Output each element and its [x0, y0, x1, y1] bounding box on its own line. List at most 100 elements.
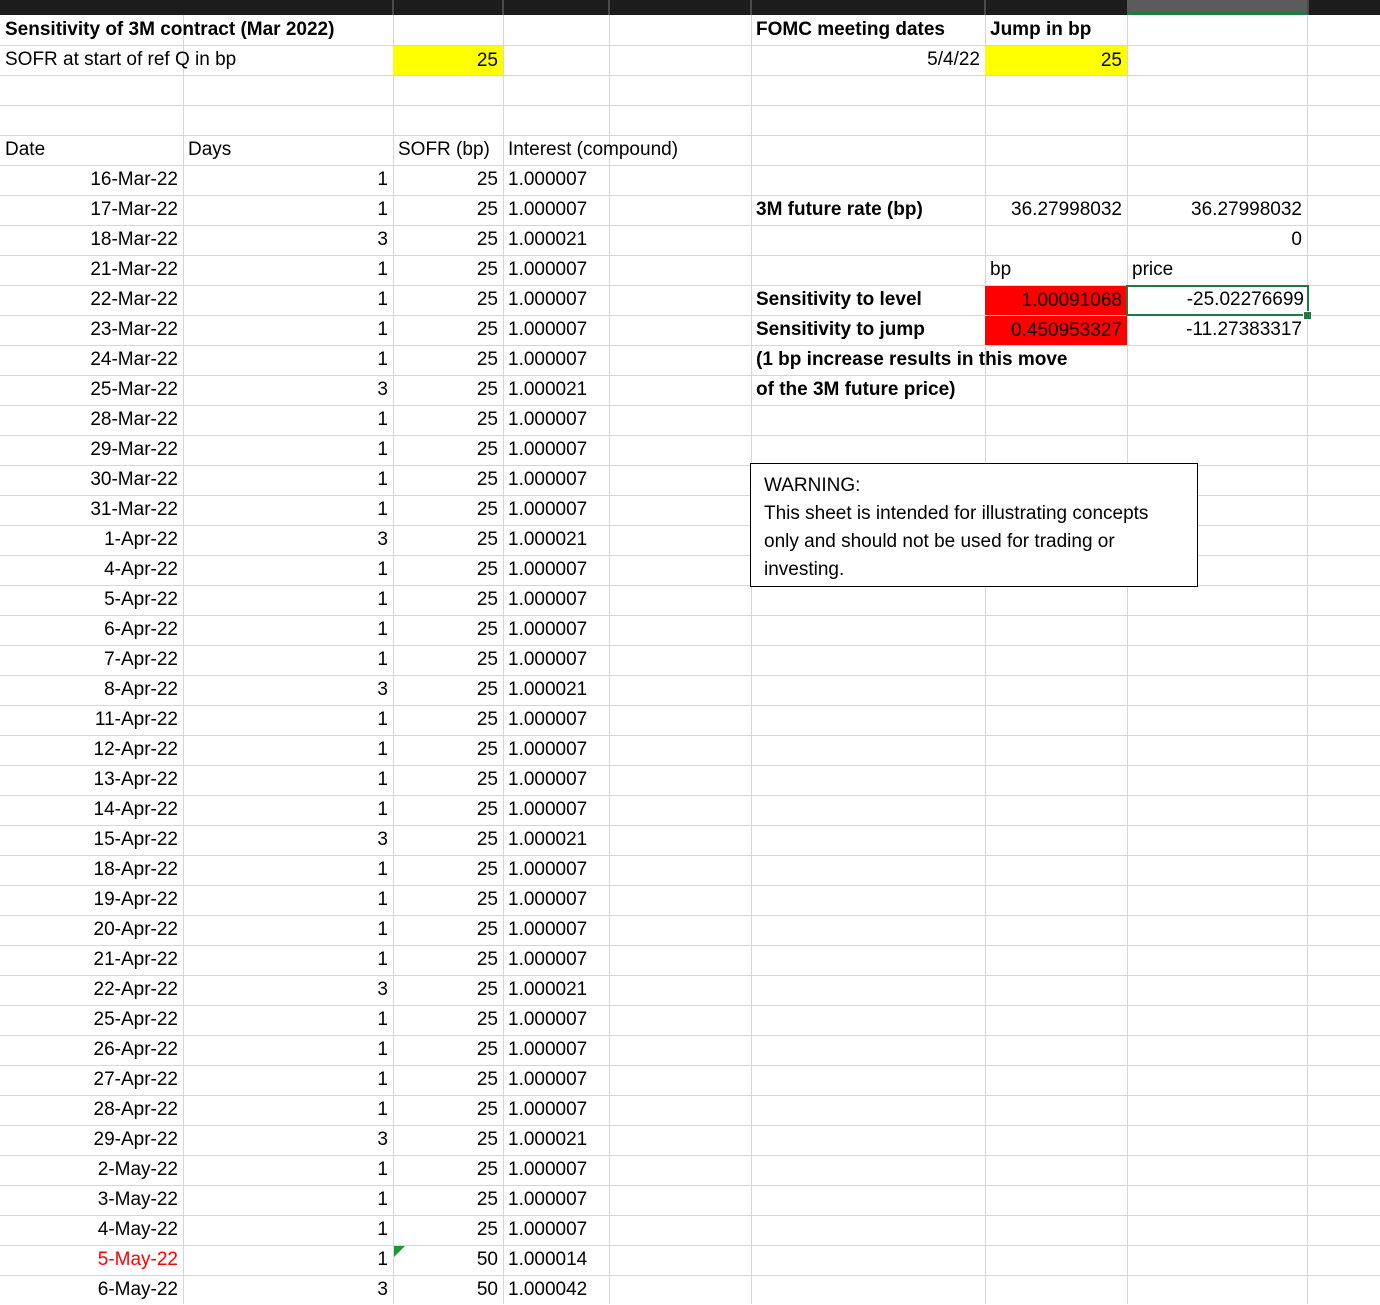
- sofr-cell[interactable]: 25: [393, 1215, 503, 1245]
- jump-header[interactable]: Jump in bp: [985, 15, 1127, 45]
- date-cell[interactable]: 18-Mar-22: [0, 225, 183, 255]
- date-cell[interactable]: 21-Mar-22: [0, 255, 183, 285]
- date-column-header[interactable]: Date: [0, 135, 183, 165]
- days-cell[interactable]: 3: [183, 525, 393, 555]
- days-cell[interactable]: 1: [183, 1035, 393, 1065]
- sensitivity-note-line1[interactable]: (1 bp increase results in this move: [751, 345, 1127, 375]
- sofr-cell[interactable]: 25: [393, 315, 503, 345]
- date-cell[interactable]: 28-Mar-22: [0, 405, 183, 435]
- sofr-cell[interactable]: 25: [393, 525, 503, 555]
- sofr-cell[interactable]: 25: [393, 1185, 503, 1215]
- bp-header[interactable]: bp: [985, 255, 1127, 285]
- interest-column-header[interactable]: Interest (compound): [503, 135, 751, 165]
- interest-cell[interactable]: 1.000007: [503, 435, 609, 465]
- interest-cell[interactable]: 1.000007: [503, 765, 609, 795]
- days-cell[interactable]: 1: [183, 645, 393, 675]
- days-cell[interactable]: 1: [183, 855, 393, 885]
- interest-cell[interactable]: 1.000007: [503, 285, 609, 315]
- date-cell[interactable]: 30-Mar-22: [0, 465, 183, 495]
- date-cell[interactable]: 29-Mar-22: [0, 435, 183, 465]
- date-cell[interactable]: 15-Apr-22: [0, 825, 183, 855]
- date-cell[interactable]: 6-Apr-22: [0, 615, 183, 645]
- interest-cell[interactable]: 1.000007: [503, 345, 609, 375]
- interest-cell[interactable]: 1.000021: [503, 825, 609, 855]
- interest-cell[interactable]: 1.000007: [503, 255, 609, 285]
- interest-cell[interactable]: 1.000007: [503, 195, 609, 225]
- zero-value-cell[interactable]: 0: [1127, 225, 1307, 255]
- interest-cell[interactable]: 1.000007: [503, 1155, 609, 1185]
- sofr-cell[interactable]: 25: [393, 1125, 503, 1155]
- days-cell[interactable]: 1: [183, 1185, 393, 1215]
- level-sensitivity-label[interactable]: Sensitivity to level: [751, 285, 985, 315]
- date-cell[interactable]: 24-Mar-22: [0, 345, 183, 375]
- sofr-cell[interactable]: 25: [393, 405, 503, 435]
- days-cell[interactable]: 1: [183, 1215, 393, 1245]
- sofr-cell[interactable]: 25: [393, 495, 503, 525]
- date-cell[interactable]: 12-Apr-22: [0, 735, 183, 765]
- sofr-cell[interactable]: 25: [393, 195, 503, 225]
- sofr-cell[interactable]: 25: [393, 165, 503, 195]
- date-cell[interactable]: 22-Mar-22: [0, 285, 183, 315]
- date-cell[interactable]: 26-Apr-22: [0, 1035, 183, 1065]
- sofr-cell[interactable]: 25: [393, 345, 503, 375]
- interest-cell[interactable]: 1.000007: [503, 495, 609, 525]
- sofr-cell[interactable]: 25: [393, 1065, 503, 1095]
- date-cell[interactable]: 5-May-22: [0, 1245, 183, 1275]
- sofr-cell[interactable]: 25: [393, 435, 503, 465]
- sensitivity-note-line2[interactable]: of the 3M future price): [751, 375, 1127, 405]
- sofr-cell[interactable]: 25: [393, 975, 503, 1005]
- days-cell[interactable]: 1: [183, 255, 393, 285]
- days-cell[interactable]: 1: [183, 555, 393, 585]
- date-cell[interactable]: 29-Apr-22: [0, 1125, 183, 1155]
- interest-cell[interactable]: 1.000021: [503, 375, 609, 405]
- interest-cell[interactable]: 1.000007: [503, 315, 609, 345]
- date-cell[interactable]: 22-Apr-22: [0, 975, 183, 1005]
- days-cell[interactable]: 1: [183, 435, 393, 465]
- interest-cell[interactable]: 1.000007: [503, 405, 609, 435]
- days-cell[interactable]: 3: [183, 225, 393, 255]
- date-cell[interactable]: 14-Apr-22: [0, 795, 183, 825]
- date-cell[interactable]: 5-Apr-22: [0, 585, 183, 615]
- sofr-start-input[interactable]: 25: [393, 46, 503, 75]
- sofr-cell[interactable]: 25: [393, 765, 503, 795]
- date-cell[interactable]: 18-Apr-22: [0, 855, 183, 885]
- date-cell[interactable]: 25-Mar-22: [0, 375, 183, 405]
- sofr-cell[interactable]: 25: [393, 255, 503, 285]
- sofr-cell[interactable]: 50: [393, 1275, 503, 1305]
- days-cell[interactable]: 1: [183, 615, 393, 645]
- future-rate-label[interactable]: 3M future rate (bp): [751, 195, 985, 225]
- interest-cell[interactable]: 1.000007: [503, 855, 609, 885]
- days-cell[interactable]: 3: [183, 675, 393, 705]
- date-cell[interactable]: 13-Apr-22: [0, 765, 183, 795]
- sheet-title[interactable]: Sensitivity of 3M contract (Mar 2022): [0, 15, 393, 45]
- date-cell[interactable]: 16-Mar-22: [0, 165, 183, 195]
- interest-cell[interactable]: 1.000007: [503, 615, 609, 645]
- sofr-cell[interactable]: 25: [393, 1155, 503, 1185]
- date-cell[interactable]: 3-May-22: [0, 1185, 183, 1215]
- days-cell[interactable]: 3: [183, 1125, 393, 1155]
- interest-cell[interactable]: 1.000007: [503, 1035, 609, 1065]
- sofr-cell[interactable]: 25: [393, 855, 503, 885]
- days-cell[interactable]: 1: [183, 495, 393, 525]
- date-cell[interactable]: 17-Mar-22: [0, 195, 183, 225]
- error-indicator-icon[interactable]: [394, 1246, 405, 1257]
- days-cell[interactable]: 1: [183, 315, 393, 345]
- fomc-dates-header[interactable]: FOMC meeting dates: [751, 15, 985, 45]
- sofr-cell[interactable]: 25: [393, 375, 503, 405]
- interest-cell[interactable]: 1.000007: [503, 645, 609, 675]
- sofr-cell[interactable]: 50: [393, 1245, 503, 1275]
- interest-cell[interactable]: 1.000042: [503, 1275, 609, 1305]
- interest-cell[interactable]: 1.000007: [503, 1095, 609, 1125]
- sofr-cell[interactable]: 25: [393, 735, 503, 765]
- sofr-cell[interactable]: 25: [393, 1005, 503, 1035]
- days-cell[interactable]: 1: [183, 465, 393, 495]
- days-cell[interactable]: 1: [183, 735, 393, 765]
- date-cell[interactable]: 23-Mar-22: [0, 315, 183, 345]
- days-cell[interactable]: 1: [183, 945, 393, 975]
- future-rate-value[interactable]: 36.27998032: [985, 195, 1127, 225]
- sofr-cell[interactable]: 25: [393, 825, 503, 855]
- days-cell[interactable]: 1: [183, 1245, 393, 1275]
- interest-cell[interactable]: 1.000021: [503, 675, 609, 705]
- interest-cell[interactable]: 1.000021: [503, 975, 609, 1005]
- sofr-column-header[interactable]: SOFR (bp): [393, 135, 503, 165]
